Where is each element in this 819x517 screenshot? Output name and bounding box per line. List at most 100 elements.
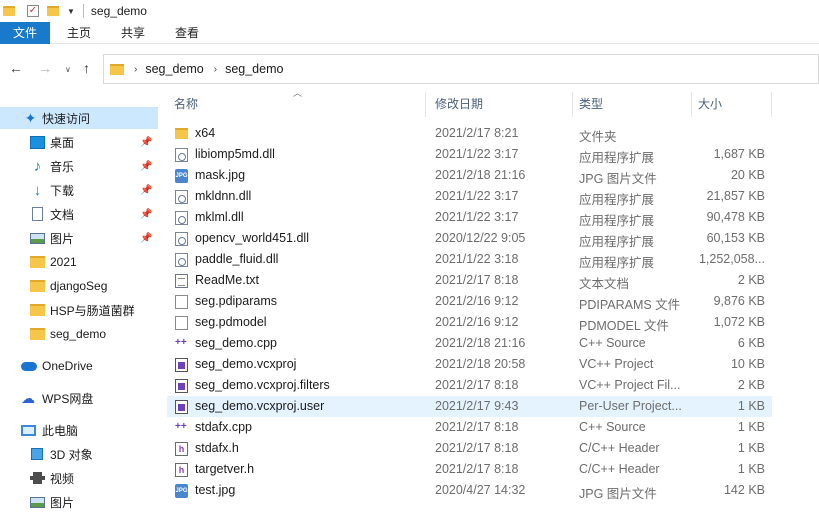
tab-view[interactable]: 查看 [160, 22, 214, 44]
file-type: 应用程序扩展 [579, 214, 655, 228]
file-row[interactable]: ++ seg_demo.cpp 2021/2/18 21:16 C++ Source 6… [167, 333, 772, 354]
sidebar-item-pictures-pc[interactable]: 图片 [0, 491, 158, 513]
dll-icon [175, 148, 188, 162]
file-row[interactable]: opencv_world451.dll 2020/12/22 9:05 应用程序扩展… [167, 228, 772, 249]
file-type: VC++ Project [579, 357, 654, 371]
download-icon: ↓ [33, 181, 42, 199]
sidebar-item-documents[interactable]: 文档 📌 [0, 203, 158, 225]
file-row[interactable]: seg.pdmodel 2021/2/16 9:12 PDMODEL 文件 1,072… [167, 312, 772, 333]
file-row[interactable]: JPG test.jpg 2020/4/27 14:32 JPG 图片文件 142 KB [167, 480, 772, 501]
sidebar-item-downloads[interactable]: ↓ 下载 📌 [0, 179, 158, 201]
column-divider[interactable] [691, 92, 692, 117]
file-modified-date: 2020/12/22 9:05 [435, 231, 526, 245]
tab-home[interactable]: 主页 [52, 22, 106, 44]
new-folder-icon[interactable] [47, 6, 59, 16]
recent-locations-chevron-icon[interactable]: ∨ [65, 65, 71, 74]
desktop-icon [30, 135, 45, 149]
column-header-size[interactable]: 大小 [698, 92, 722, 116]
column-divider[interactable] [425, 92, 426, 117]
file-row[interactable]: paddle_fluid.dll 2021/1/22 3:18 应用程序扩展 1,25… [167, 249, 772, 270]
cloud-icon [21, 362, 37, 371]
sidebar-item-label: 下载 [50, 183, 75, 198]
folder-icon [110, 63, 124, 75]
star-icon: ✦ [24, 109, 37, 126]
tab-share[interactable]: 共享 [106, 22, 160, 44]
up-arrow-icon[interactable]: ↑ [83, 60, 90, 76]
chevron-right-icon[interactable]: › [134, 64, 137, 75]
window-title: seg_demo [90, 4, 147, 18]
file-row[interactable]: ReadMe.txt 2021/2/17 8:18 文本文档 2 KB [167, 270, 772, 291]
chevron-right-icon[interactable]: › [214, 64, 217, 75]
sidebar-item-onedrive[interactable]: OneDrive [0, 355, 158, 377]
file-size: 1 KB [737, 462, 765, 476]
file-row[interactable]: x64 2021/2/17 8:21 文件夹 [167, 123, 772, 144]
pin-icon[interactable]: 📌 [140, 137, 152, 148]
properties-icon[interactable]: ✓ [27, 5, 39, 17]
file-size: 20 KB [730, 168, 765, 182]
column-divider[interactable] [572, 92, 573, 117]
file-row[interactable]: h targetver.h 2021/2/17 8:18 C/C++ Header 1 … [167, 459, 772, 480]
sidebar-item-djangoseg[interactable]: djangoSeg [0, 275, 158, 297]
pin-icon[interactable]: 📌 [140, 185, 152, 196]
file-size: 142 KB [723, 483, 765, 497]
sidebar-item-3d-objects[interactable]: 3D 对象 [0, 443, 158, 465]
file-row[interactable]: mkldnn.dll 2021/1/22 3:17 应用程序扩展 21,857 KB [167, 186, 772, 207]
customize-toolbar-chevron-icon[interactable]: ▼ [67, 7, 75, 16]
file-size: 2 KB [737, 273, 765, 287]
file-name: opencv_world451.dll [195, 231, 309, 245]
breadcrumb-item[interactable]: seg_demo [145, 62, 203, 76]
file-row[interactable]: ++ stdafx.cpp 2021/2/17 8:18 C++ Source 1 KB [167, 417, 772, 438]
file-row[interactable]: JPG mask.jpg 2021/2/18 21:16 JPG 图片文件 20 KB [167, 165, 772, 186]
file-modified-date: 2021/2/16 9:12 [435, 294, 519, 308]
sidebar-item-pictures[interactable]: 图片 📌 [0, 227, 158, 249]
3d-objects-icon [31, 448, 43, 460]
file-modified-date: 2021/1/22 3:17 [435, 210, 519, 224]
file-name: seg.pdmodel [195, 315, 267, 329]
file-modified-date: 2021/1/22 3:17 [435, 147, 519, 161]
column-divider[interactable] [771, 92, 772, 117]
file-row[interactable]: seg_demo.vcxproj 2021/2/18 20:58 VC++ Proj… [167, 354, 772, 375]
sidebar-item-videos[interactable]: 视频 [0, 467, 158, 489]
pin-icon[interactable]: 📌 [140, 161, 152, 172]
sidebar-item-label: HSP与肠道菌群 [50, 303, 135, 318]
forward-arrow-icon[interactable]: → [38, 60, 52, 76]
sidebar-item-desktop[interactable]: 桌面 📌 [0, 131, 158, 153]
tab-file[interactable]: 文件 [0, 22, 50, 44]
file-name: x64 [195, 126, 216, 140]
file-size: 1 KB [737, 441, 765, 455]
file-row[interactable]: seg_demo.vcxproj.user 2021/2/17 9:43 Per-U… [167, 396, 772, 417]
sidebar-item-hsp[interactable]: HSP与肠道菌群 [0, 299, 158, 321]
breadcrumb-item[interactable]: seg_demo [225, 62, 283, 76]
pin-icon[interactable]: 📌 [140, 209, 152, 220]
file-row[interactable]: seg.pdiparams 2021/2/16 9:12 PDIPARAMS 文件 9… [167, 291, 772, 312]
file-type: JPG 图片文件 [579, 487, 657, 501]
pin-icon[interactable]: 📌 [140, 233, 152, 244]
column-header-date[interactable]: 修改日期 [435, 92, 483, 116]
music-icon: ♪ [33, 157, 42, 175]
file-modified-date: 2020/4/27 14:32 [435, 483, 526, 497]
column-header-type[interactable]: 类型 [579, 92, 603, 116]
navigation-pane: ✦ 快速访问 桌面 📌 ♪ 音乐 📌 ↓ 下载 📌 文档 📌 图片 📌 2021… [0, 96, 158, 517]
sidebar-item-music[interactable]: ♪ 音乐 📌 [0, 155, 158, 177]
file-type: C++ Source [579, 420, 646, 434]
sidebar-item-quick-access[interactable]: ✦ 快速访问 [0, 107, 158, 129]
file-name: seg_demo.vcxproj [195, 357, 297, 371]
file-modified-date: 2021/2/17 8:18 [435, 273, 519, 287]
file-name: test.jpg [195, 483, 236, 497]
file-type: 文本文档 [579, 277, 630, 291]
file-modified-date: 2021/1/22 3:17 [435, 189, 519, 203]
address-bar[interactable]: › seg_demo › seg_demo [103, 54, 819, 84]
sidebar-item-wps-cloud[interactable]: ☁ WPS网盘 [0, 387, 158, 409]
back-arrow-icon[interactable]: ← [9, 60, 23, 76]
title-separator [82, 4, 84, 18]
file-name: mklml.dll [195, 210, 244, 224]
file-row[interactable]: seg_demo.vcxproj.filters 2021/2/17 8:18 VC… [167, 375, 772, 396]
file-row[interactable]: libiomp5md.dll 2021/1/22 3:17 应用程序扩展 1,687 … [167, 144, 772, 165]
file-size: 60,153 KB [706, 231, 765, 245]
sidebar-item-seg-demo[interactable]: seg_demo [0, 323, 158, 345]
file-row[interactable]: h stdafx.h 2021/2/17 8:18 C/C++ Header 1 KB [167, 438, 772, 459]
column-header-name[interactable]: 名称 [174, 92, 198, 116]
sidebar-item-2021[interactable]: 2021 [0, 251, 158, 273]
sidebar-item-this-pc[interactable]: 此电脑 [0, 419, 158, 441]
file-row[interactable]: mklml.dll 2021/1/22 3:17 应用程序扩展 90,478 KB [167, 207, 772, 228]
